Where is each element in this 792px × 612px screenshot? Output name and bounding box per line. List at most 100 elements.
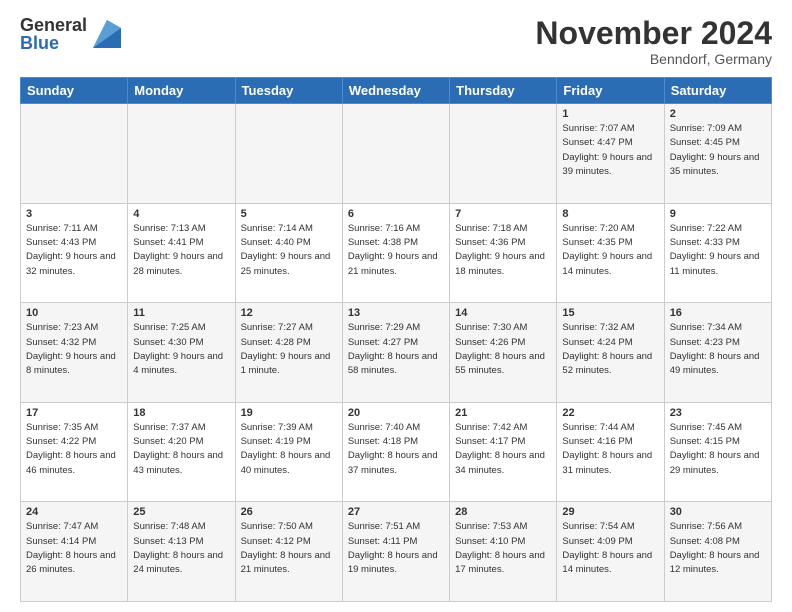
header-monday: Monday (128, 78, 235, 104)
location: Benndorf, Germany (535, 51, 772, 67)
day-info: Sunrise: 7:09 AMSunset: 4:45 PMDaylight:… (670, 122, 766, 179)
day-info: Sunrise: 7:39 AMSunset: 4:19 PMDaylight:… (241, 421, 337, 478)
day-info: Sunrise: 7:44 AMSunset: 4:16 PMDaylight:… (562, 421, 658, 478)
day-info: Sunrise: 7:07 AMSunset: 4:47 PMDaylight:… (562, 122, 658, 179)
day-number: 19 (241, 407, 337, 419)
day-number: 1 (562, 108, 658, 120)
header-sunday: Sunday (21, 78, 128, 104)
table-row: 18 Sunrise: 7:37 AMSunset: 4:20 PMDayligh… (128, 402, 235, 502)
day-number: 11 (133, 307, 229, 319)
table-row: 19 Sunrise: 7:39 AMSunset: 4:19 PMDayligh… (235, 402, 342, 502)
day-info: Sunrise: 7:54 AMSunset: 4:09 PMDaylight:… (562, 520, 658, 577)
table-row: 26Sunrise: 7:50 AMSunset: 4:12 PMDayligh… (235, 502, 342, 602)
day-number: 5 (241, 208, 337, 220)
day-info: Sunrise: 7:25 AMSunset: 4:30 PMDaylight:… (133, 321, 229, 378)
calendar-week-row: 10 Sunrise: 7:23 AMSunset: 4:32 PMDayligh… (21, 303, 772, 403)
day-info: Sunrise: 7:42 AMSunset: 4:17 PMDaylight:… (455, 421, 551, 478)
day-number: 27 (348, 506, 444, 518)
day-number: 4 (133, 208, 229, 220)
logo-icon (93, 20, 121, 48)
header-thursday: Thursday (450, 78, 557, 104)
title-section: November 2024 Benndorf, Germany (535, 16, 772, 67)
day-info: Sunrise: 7:51 AMSunset: 4:11 PMDaylight:… (348, 520, 444, 577)
table-row: 2 Sunrise: 7:09 AMSunset: 4:45 PMDaylight… (664, 104, 771, 204)
table-row (450, 104, 557, 204)
table-row: 6 Sunrise: 7:16 AMSunset: 4:38 PMDaylight… (342, 203, 449, 303)
table-row: 30 Sunrise: 7:56 AMSunset: 4:08 PMDayligh… (664, 502, 771, 602)
table-row: 8 Sunrise: 7:20 AMSunset: 4:35 PMDaylight… (557, 203, 664, 303)
day-info: Sunrise: 7:47 AMSunset: 4:14 PMDaylight:… (26, 520, 122, 577)
calendar-week-row: 24 Sunrise: 7:47 AMSunset: 4:14 PMDayligh… (21, 502, 772, 602)
table-row: 5 Sunrise: 7:14 AMSunset: 4:40 PMDaylight… (235, 203, 342, 303)
logo: General Blue (20, 16, 121, 52)
header-saturday: Saturday (664, 78, 771, 104)
day-number: 20 (348, 407, 444, 419)
table-row (342, 104, 449, 204)
day-number: 21 (455, 407, 551, 419)
day-number: 24 (26, 506, 122, 518)
weekday-header-row: Sunday Monday Tuesday Wednesday Thursday… (21, 78, 772, 104)
logo-blue: Blue (20, 34, 87, 52)
header-friday: Friday (557, 78, 664, 104)
day-number: 30 (670, 506, 766, 518)
day-info: Sunrise: 7:48 AMSunset: 4:13 PMDaylight:… (133, 520, 229, 577)
day-info: Sunrise: 7:56 AMSunset: 4:08 PMDaylight:… (670, 520, 766, 577)
day-number: 6 (348, 208, 444, 220)
day-number: 8 (562, 208, 658, 220)
day-info: Sunrise: 7:16 AMSunset: 4:38 PMDaylight:… (348, 222, 444, 279)
day-info: Sunrise: 7:20 AMSunset: 4:35 PMDaylight:… (562, 222, 658, 279)
day-number: 22 (562, 407, 658, 419)
day-number: 17 (26, 407, 122, 419)
day-info: Sunrise: 7:13 AMSunset: 4:41 PMDaylight:… (133, 222, 229, 279)
day-info: Sunrise: 7:53 AMSunset: 4:10 PMDaylight:… (455, 520, 551, 577)
calendar-week-row: 1 Sunrise: 7:07 AMSunset: 4:47 PMDaylight… (21, 104, 772, 204)
table-row: 1 Sunrise: 7:07 AMSunset: 4:47 PMDaylight… (557, 104, 664, 204)
day-number: 9 (670, 208, 766, 220)
table-row: 11 Sunrise: 7:25 AMSunset: 4:30 PMDayligh… (128, 303, 235, 403)
day-number: 2 (670, 108, 766, 120)
header-tuesday: Tuesday (235, 78, 342, 104)
day-info: Sunrise: 7:32 AMSunset: 4:24 PMDaylight:… (562, 321, 658, 378)
day-info: Sunrise: 7:29 AMSunset: 4:27 PMDaylight:… (348, 321, 444, 378)
table-row: 24 Sunrise: 7:47 AMSunset: 4:14 PMDayligh… (21, 502, 128, 602)
day-info: Sunrise: 7:23 AMSunset: 4:32 PMDaylight:… (26, 321, 122, 378)
day-number: 10 (26, 307, 122, 319)
calendar-week-row: 17 Sunrise: 7:35 AMSunset: 4:22 PMDayligh… (21, 402, 772, 502)
table-row: 21 Sunrise: 7:42 AMSunset: 4:17 PMDayligh… (450, 402, 557, 502)
table-row: 25 Sunrise: 7:48 AMSunset: 4:13 PMDayligh… (128, 502, 235, 602)
day-info: Sunrise: 7:14 AMSunset: 4:40 PMDaylight:… (241, 222, 337, 279)
table-row: 15Sunrise: 7:32 AMSunset: 4:24 PMDayligh… (557, 303, 664, 403)
day-number: 26 (241, 506, 337, 518)
day-info: Sunrise: 7:30 AMSunset: 4:26 PMDaylight:… (455, 321, 551, 378)
day-info: Sunrise: 7:37 AMSunset: 4:20 PMDaylight:… (133, 421, 229, 478)
table-row: 13Sunrise: 7:29 AMSunset: 4:27 PMDayligh… (342, 303, 449, 403)
day-number: 25 (133, 506, 229, 518)
day-info: Sunrise: 7:11 AMSunset: 4:43 PMDaylight:… (26, 222, 122, 279)
table-row: 12Sunrise: 7:27 AMSunset: 4:28 PMDayligh… (235, 303, 342, 403)
day-number: 7 (455, 208, 551, 220)
table-row: 14 Sunrise: 7:30 AMSunset: 4:26 PMDayligh… (450, 303, 557, 403)
day-info: Sunrise: 7:40 AMSunset: 4:18 PMDaylight:… (348, 421, 444, 478)
table-row: 7Sunrise: 7:18 AMSunset: 4:36 PMDaylight… (450, 203, 557, 303)
day-number: 14 (455, 307, 551, 319)
day-number: 16 (670, 307, 766, 319)
day-info: Sunrise: 7:34 AMSunset: 4:23 PMDaylight:… (670, 321, 766, 378)
day-info: Sunrise: 7:45 AMSunset: 4:15 PMDaylight:… (670, 421, 766, 478)
header-wednesday: Wednesday (342, 78, 449, 104)
day-number: 28 (455, 506, 551, 518)
day-number: 3 (26, 208, 122, 220)
table-row: 16 Sunrise: 7:34 AMSunset: 4:23 PMDayligh… (664, 303, 771, 403)
day-number: 18 (133, 407, 229, 419)
table-row: 29Sunrise: 7:54 AMSunset: 4:09 PMDayligh… (557, 502, 664, 602)
table-row: 22 Sunrise: 7:44 AMSunset: 4:16 PMDayligh… (557, 402, 664, 502)
day-number: 12 (241, 307, 337, 319)
day-info: Sunrise: 7:35 AMSunset: 4:22 PMDaylight:… (26, 421, 122, 478)
table-row: 23Sunrise: 7:45 AMSunset: 4:15 PMDayligh… (664, 402, 771, 502)
header: General Blue November 2024 Benndorf, Ger… (20, 16, 772, 67)
logo-general: General (20, 16, 87, 34)
table-row: 28 Sunrise: 7:53 AMSunset: 4:10 PMDayligh… (450, 502, 557, 602)
page: General Blue November 2024 Benndorf, Ger… (0, 0, 792, 612)
table-row: 3 Sunrise: 7:11 AMSunset: 4:43 PMDaylight… (21, 203, 128, 303)
table-row: 17 Sunrise: 7:35 AMSunset: 4:22 PMDayligh… (21, 402, 128, 502)
table-row: 27 Sunrise: 7:51 AMSunset: 4:11 PMDayligh… (342, 502, 449, 602)
